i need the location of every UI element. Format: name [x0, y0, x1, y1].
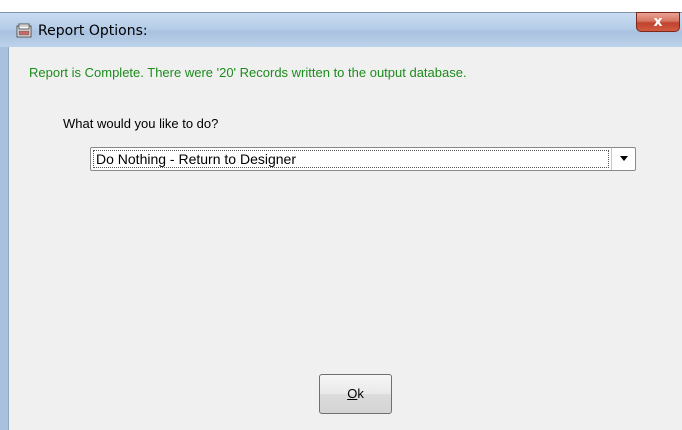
action-dropdown[interactable]: Do Nothing - Return to Designer [90, 147, 636, 171]
dropdown-arrow-button[interactable] [611, 148, 635, 170]
report-window-icon [16, 23, 32, 39]
status-message: Report is Complete. There were '20' Reco… [29, 65, 467, 80]
ok-label-rest: k [357, 386, 364, 401]
dialog-client-area [8, 47, 682, 430]
action-prompt-label: What would you like to do? [63, 116, 219, 131]
close-button[interactable]: x [636, 12, 680, 32]
ok-mnemonic: O [347, 386, 358, 401]
title-bar[interactable]: Report Options: x [0, 12, 682, 47]
window-title: Report Options: [38, 23, 148, 39]
ok-button[interactable]: Ok [319, 374, 392, 414]
action-dropdown-value: Do Nothing - Return to Designer [93, 150, 609, 168]
close-icon: x [653, 14, 663, 30]
chevron-down-icon [620, 156, 628, 161]
